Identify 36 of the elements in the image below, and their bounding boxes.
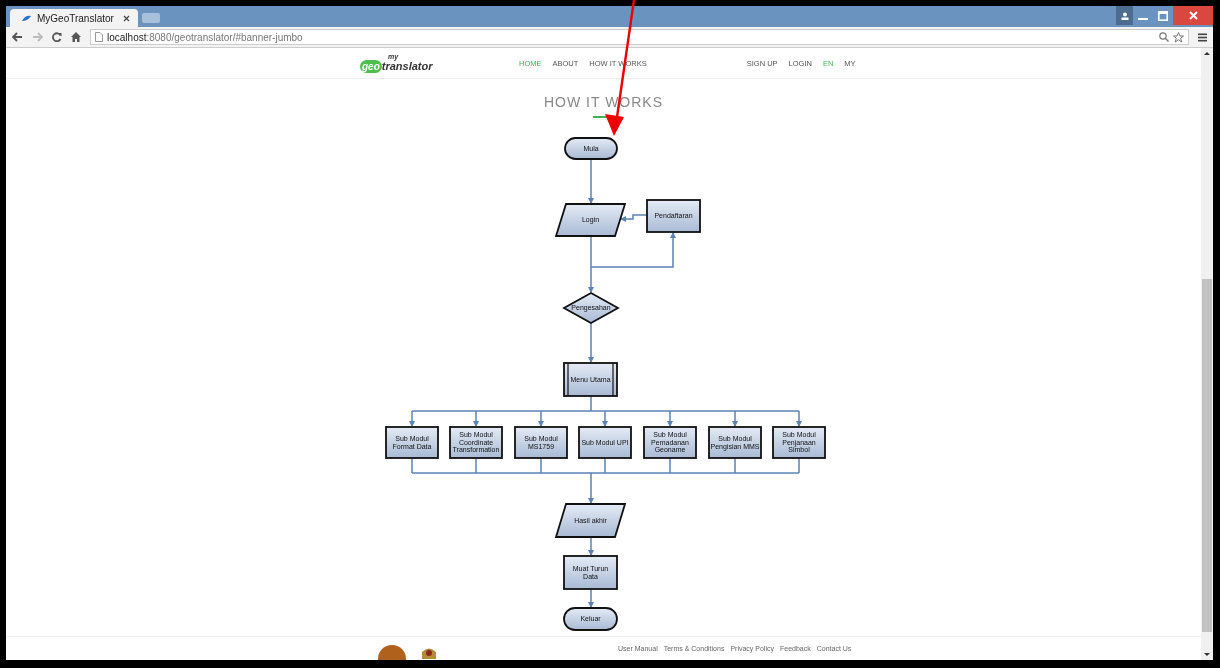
connector-arrow	[620, 214, 648, 222]
connector-arrow	[732, 410, 738, 427]
connector-arrow	[409, 410, 415, 427]
back-icon[interactable]	[12, 32, 23, 42]
profile-button[interactable]	[1116, 6, 1133, 25]
connector-arrow	[588, 158, 594, 204]
close-icon	[1188, 11, 1198, 20]
browser-tab[interactable]: MyGeoTranslator	[10, 9, 138, 27]
connector-arrow	[667, 410, 673, 427]
connector-arrow	[588, 322, 594, 363]
close-window-button[interactable]	[1173, 6, 1213, 25]
maximize-icon	[1158, 10, 1168, 21]
favicon-icon	[22, 14, 31, 22]
minimize-icon	[1138, 18, 1148, 20]
connector-arrow	[588, 472, 594, 504]
connector-arrow	[602, 410, 608, 427]
address-bar[interactable]: localhost:8080/geotranslator/#banner-jumbo	[90, 29, 1189, 45]
person-icon	[1120, 11, 1129, 20]
scroll-up-icon[interactable]	[1204, 51, 1210, 56]
star-icon[interactable]	[1173, 31, 1184, 43]
home-icon[interactable]	[71, 32, 81, 42]
connector-arrow	[588, 536, 594, 556]
menu-icon[interactable]	[1198, 32, 1207, 42]
scroll-down-icon[interactable]	[1204, 652, 1210, 657]
connector-arrow	[588, 588, 594, 608]
reload-icon[interactable]	[52, 32, 62, 42]
connector-arrow	[796, 410, 802, 427]
crest-logo	[420, 647, 438, 659]
close-icon[interactable]	[123, 14, 130, 22]
connector-arrow	[473, 410, 479, 427]
url-text: localhost:8080/geotranslator/#banner-jumbo	[107, 31, 303, 43]
connector-arrow	[538, 410, 544, 427]
tab-title: MyGeoTranslator	[37, 12, 115, 24]
page-icon	[95, 32, 103, 42]
scrollbar[interactable]	[1201, 48, 1213, 660]
zoom-icon[interactable]	[1159, 32, 1169, 42]
